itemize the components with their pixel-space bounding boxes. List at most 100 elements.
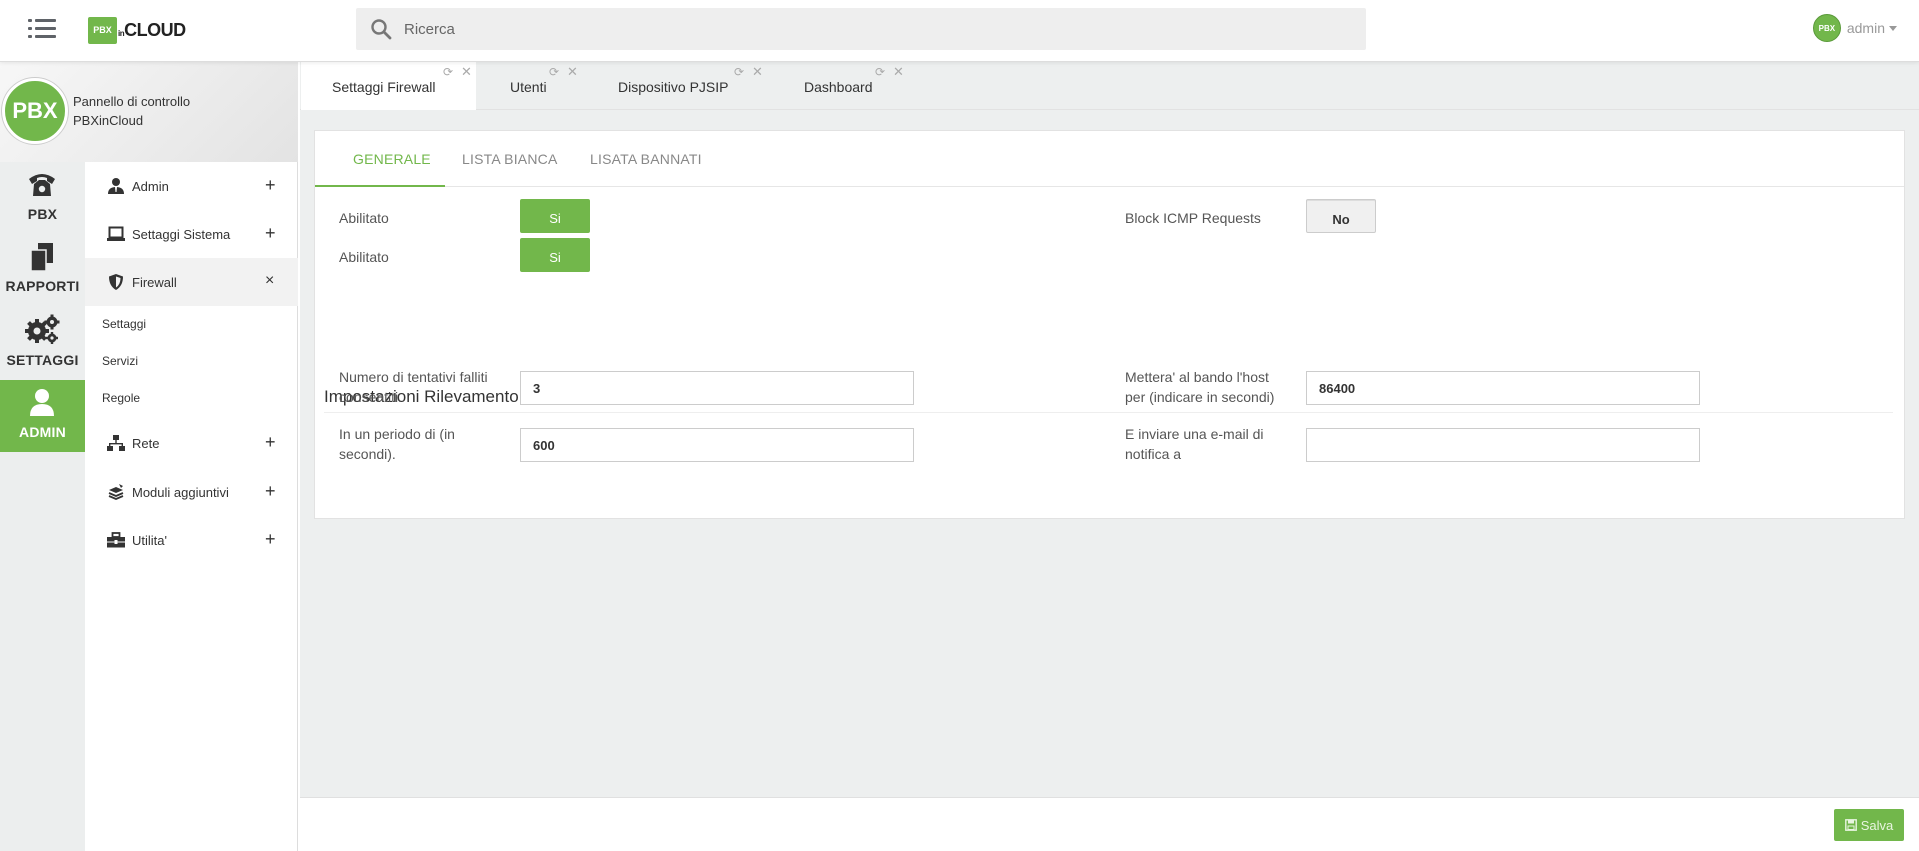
search-bar — [356, 8, 1366, 50]
plus-icon[interactable]: + — [265, 529, 276, 550]
plus-icon[interactable]: + — [265, 481, 276, 502]
tab-utenti[interactable]: Utenti ⟳ ✕ — [477, 62, 589, 110]
rail-label-admin: ADMIN — [19, 424, 66, 440]
close-icon[interactable]: ✕ — [461, 64, 472, 80]
enabled-label: Abilitato — [339, 210, 389, 226]
submenu-item-rete[interactable]: Rete + — [85, 419, 298, 467]
submenu-label: Utilita' — [132, 533, 167, 548]
submenu-label: Admin — [132, 179, 169, 194]
plus-icon[interactable]: + — [265, 432, 276, 453]
submenu-link-settaggi[interactable]: Settaggi — [102, 317, 146, 331]
toolbox-icon — [107, 532, 125, 548]
layers-icon — [108, 484, 124, 500]
footer-bar: Salva — [300, 797, 1919, 851]
ban-time-input[interactable] — [1306, 371, 1700, 405]
submenu-label: Rete — [132, 436, 160, 451]
email-label-line-1: E inviare una e-mail di — [1125, 426, 1264, 442]
save-icon — [1844, 819, 1857, 831]
active-tab-indicator — [315, 185, 445, 187]
top-bar: PBX inCLOUD PBX admin — [0, 0, 1919, 62]
logo-cloud-text: CLOUD — [124, 19, 186, 40]
rail-label-pbx: PBX — [27, 206, 58, 222]
rail-label-rapporti: RAPPORTI — [5, 278, 80, 294]
tab-label: Settaggi Firewall — [332, 79, 436, 95]
logo-text: inCLOUD — [118, 20, 186, 41]
tab-label: Dashboard — [804, 79, 873, 95]
profile-text: Pannello di controllo PBXinCloud — [73, 92, 190, 130]
admin-submenu: Admin + Settaggi Sistema + Firewall × Se… — [85, 162, 298, 851]
user-name: admin — [1846, 20, 1885, 36]
submenu-link-servizi[interactable]: Servizi — [102, 354, 138, 368]
submenu-item-utilita[interactable]: Utilita' + — [85, 516, 298, 564]
save-button[interactable]: Salva — [1834, 809, 1904, 841]
firewall-settings-card: GENERALE LISTA BIANCA LISATA BANNATI Abi… — [314, 130, 1905, 519]
enabled-label: Abilitato — [339, 249, 389, 265]
tab-dashboard[interactable]: Dashboard ⟳ ✕ — [761, 62, 921, 110]
rail-label-settaggi: SETTAGGI — [6, 352, 79, 368]
divider — [324, 412, 1893, 413]
enabled-toggle[interactable]: Si — [520, 238, 590, 272]
attempts-label: Numero di tentativi falliti consentiti. — [339, 367, 488, 407]
rail-item-settaggi[interactable]: SETTAGGI — [0, 306, 85, 378]
app-logo[interactable]: PBX inCLOUD — [88, 15, 186, 45]
tab-label: Utenti — [510, 79, 547, 95]
shield-icon — [109, 274, 123, 290]
close-icon[interactable]: ✕ — [567, 64, 578, 80]
gears-icon — [25, 314, 60, 344]
block-icmp-label: Block ICMP Requests — [1125, 210, 1261, 226]
user-tie-icon — [108, 178, 124, 194]
hamburger-menu-icon[interactable] — [28, 18, 56, 40]
profile-line-1: Pannello di controllo — [73, 94, 191, 109]
tab-generale[interactable]: GENERALE — [353, 151, 431, 167]
tab-settaggi-firewall[interactable]: Settaggi Firewall ⟳ ✕ — [301, 62, 476, 110]
search-input[interactable] — [404, 20, 1304, 38]
documents-icon — [30, 243, 53, 272]
submenu-item-admin[interactable]: Admin + — [85, 162, 298, 210]
attempts-label-line-2: consentiti. — [339, 389, 403, 405]
refresh-icon[interactable]: ⟳ — [875, 65, 885, 79]
save-label: Salva — [1860, 817, 1894, 833]
submenu-label: Settaggi Sistema — [132, 227, 231, 242]
refresh-icon[interactable]: ⟳ — [734, 65, 744, 79]
profile-line-2: PBXinCloud — [73, 113, 144, 128]
refresh-icon[interactable]: ⟳ — [549, 65, 559, 79]
period-label-line-1: In un periodo di (in — [339, 426, 455, 442]
phone-icon — [29, 174, 55, 196]
submenu-item-firewall[interactable]: Firewall × — [85, 258, 298, 306]
email-label-line-2: notifica a — [1125, 446, 1182, 462]
submenu-item-moduli-aggiuntivi[interactable]: Moduli aggiuntivi + — [85, 468, 298, 516]
submenu-label: Firewall — [132, 275, 177, 290]
ban-label-line-1: Mettera' al bando l'host — [1125, 369, 1269, 385]
tab-lista-bianca[interactable]: LISTA BIANCA — [462, 151, 558, 167]
rail-item-pbx[interactable]: PBX — [0, 162, 85, 234]
plus-icon[interactable]: + — [265, 223, 276, 244]
submenu-item-settaggi-sistema[interactable]: Settaggi Sistema + — [85, 210, 298, 258]
block-icmp-toggle[interactable]: No — [1306, 199, 1376, 233]
avatar: PBX — [1812, 14, 1841, 42]
close-icon[interactable]: ✕ — [893, 64, 904, 80]
tab-lisata-bannati[interactable]: LISATA BANNATI — [590, 151, 702, 167]
submenu-link-regole[interactable]: Regole — [102, 391, 140, 405]
rail-item-admin[interactable]: ADMIN — [0, 380, 85, 452]
card-tab-bar: GENERALE LISTA BIANCA LISATA BANNATI — [315, 131, 1904, 187]
network-icon — [107, 435, 125, 451]
main-area: Settaggi Firewall ⟳ ✕ Utenti ⟳ ✕ Disposi… — [300, 62, 1919, 851]
submenu-label: Moduli aggiuntivi — [132, 485, 229, 500]
attempts-label-line-1: Numero di tentativi falliti — [339, 369, 488, 385]
user-icon — [30, 389, 54, 416]
profile-avatar: PBX — [2, 78, 68, 144]
laptop-icon — [107, 226, 125, 241]
tab-dispositivo-pjsip[interactable]: Dispositivo PJSIP ⟳ ✕ — [590, 62, 763, 110]
period-input[interactable] — [520, 428, 914, 462]
rail-item-rapporti[interactable]: RAPPORTI — [0, 234, 85, 306]
refresh-icon[interactable]: ⟳ — [443, 65, 453, 79]
search-icon — [370, 18, 392, 40]
notify-email-input[interactable] — [1306, 428, 1700, 462]
enabled-toggle[interactable]: Si — [520, 199, 590, 233]
tab-bar: Settaggi Firewall ⟳ ✕ Utenti ⟳ ✕ Disposi… — [300, 62, 1919, 110]
close-icon[interactable]: × — [265, 272, 274, 290]
user-menu[interactable]: PBX admin — [1812, 14, 1897, 42]
attempts-input[interactable] — [520, 371, 914, 405]
plus-icon[interactable]: + — [265, 175, 276, 196]
logo-box: PBX — [88, 16, 117, 44]
